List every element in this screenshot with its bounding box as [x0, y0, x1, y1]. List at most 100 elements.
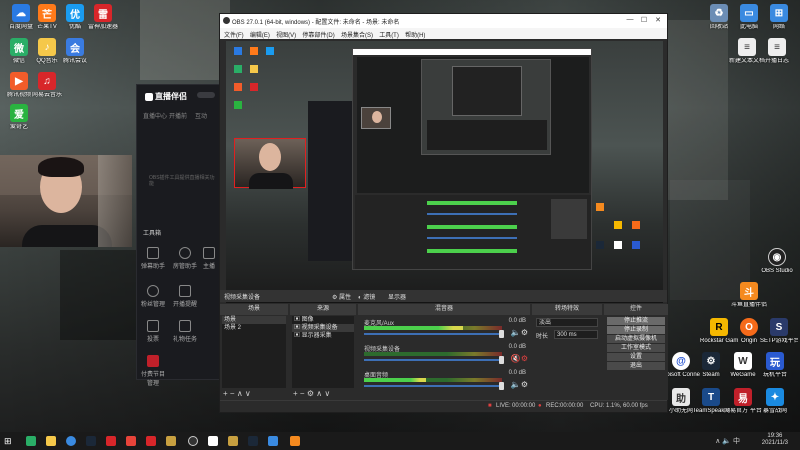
tool-vote[interactable]: 投票 — [139, 320, 167, 343]
tool-host[interactable]: 主播 — [199, 247, 219, 270]
volume-meter — [364, 378, 502, 382]
studio-mode-button[interactable]: 工作室模式 — [607, 344, 665, 352]
menu-file[interactable]: 文件(F) — [224, 30, 244, 39]
desktop-icon-leishen[interactable]: 雷 雷神加速器 — [84, 4, 122, 31]
menu-tools[interactable]: 工具(T) — [379, 30, 399, 39]
tool-fans[interactable]: 粉丝管理 — [139, 285, 167, 308]
steam-icon[interactable] — [86, 436, 96, 446]
close-icon[interactable]: ✕ — [651, 16, 665, 24]
assistant-tab[interactable]: 直播中心 — [143, 111, 167, 120]
tool-room-manager[interactable]: 房管助手 — [171, 247, 199, 270]
wechat-icon[interactable] — [26, 436, 36, 446]
scene-item[interactable]: 场景 — [222, 316, 286, 324]
desktop-icon-network[interactable]: ⊞ 网络 — [760, 4, 798, 31]
slider-knob[interactable] — [499, 382, 504, 390]
menu-edit[interactable]: 编辑(E) — [250, 30, 270, 39]
add-icon[interactable]: + — [223, 389, 228, 398]
windows-start-icon[interactable]: ⊞ — [4, 436, 14, 446]
obs-preview[interactable] — [226, 41, 663, 303]
gear-icon[interactable]: ⚙ — [307, 389, 314, 398]
assistant-tab[interactable]: 互动 — [195, 111, 207, 120]
browser-icon[interactable] — [66, 436, 76, 446]
filters-button[interactable]: ◐ 滤镜 — [358, 292, 375, 301]
steam-icon[interactable] — [248, 436, 258, 446]
mini-icon — [250, 47, 258, 55]
desktop-icon-stream-log[interactable]: ≡ 开播日志 — [758, 38, 796, 65]
display-select[interactable]: 显示器 — [388, 292, 406, 301]
obs-logo-icon — [223, 17, 230, 24]
obs-titlebar[interactable]: OBS 27.0.1 (64-bit, windows) - 配置文件: 未命名… — [220, 14, 667, 28]
qq-music-icon[interactable] — [46, 436, 56, 446]
desktop-icon-setp[interactable]: S SETP游戏平台 — [760, 318, 798, 345]
desktop-icon-obs[interactable]: ◉ OBS Studio — [758, 248, 796, 275]
helper-icon: 助 — [672, 388, 690, 406]
remove-icon[interactable]: − — [230, 389, 235, 398]
netease-music-icon[interactable] — [106, 436, 116, 446]
menu-scene-collection[interactable]: 场景集合(S) — [341, 30, 373, 39]
menu-view[interactable]: 视图(V) — [276, 30, 296, 39]
app-icon[interactable] — [166, 436, 176, 446]
slider-knob[interactable] — [499, 356, 504, 364]
properties-button[interactable]: ⚙ 属性 — [332, 292, 351, 301]
tool-gift[interactable]: 礼物任务 — [171, 320, 199, 343]
volume-slider[interactable] — [364, 382, 504, 390]
obs-window[interactable]: OBS 27.0.1 (64-bit, windows) - 配置文件: 未命名… — [219, 13, 668, 413]
muted-speaker-icon[interactable]: 🔇⚙ — [511, 354, 528, 363]
assistant-tab[interactable]: 开播前 — [169, 111, 187, 120]
menu-docks[interactable]: 停靠部件(D) — [302, 30, 334, 39]
source-item[interactable]: ▣ 显示器采集 — [292, 332, 354, 340]
stop-streaming-button[interactable]: 停止推流 — [607, 317, 665, 325]
settings-button[interactable]: 设置 — [607, 353, 665, 361]
minimize-icon[interactable]: — — [623, 16, 637, 23]
move-up-icon[interactable]: ∧ — [237, 389, 243, 398]
tool-danmu[interactable]: 弹幕助手 — [139, 247, 167, 270]
app-icon[interactable] — [268, 436, 278, 446]
add-icon[interactable]: + — [293, 389, 298, 398]
desktop-icon-battlenet[interactable]: ✦ 暴雪战网 — [756, 388, 794, 415]
app-icon[interactable] — [208, 436, 218, 446]
mixer-title: 混音器 — [358, 304, 530, 315]
sources-list[interactable]: ▣ 图像 ▣ 视频采集设备 ▣ 显示器采集 — [292, 316, 354, 388]
preview-webcam-source[interactable] — [234, 138, 306, 189]
desktop-icon-iqiyi[interactable]: 爱 爱奇艺 — [0, 104, 38, 131]
tray-icons[interactable]: ∧ 🔈 中 — [715, 436, 740, 446]
desktop-icon-play-platform[interactable]: 玩 玩机平台 — [756, 352, 794, 379]
clock[interactable]: 19:36 2021/11/3 — [762, 433, 788, 447]
scenes-list[interactable]: 场景 场景 2 — [222, 316, 286, 388]
app-icon[interactable] — [146, 436, 156, 446]
exit-button[interactable]: 退出 — [607, 362, 665, 370]
move-up-icon[interactable]: ∧ — [316, 389, 322, 398]
webcam-window-light — [98, 155, 132, 247]
douyu-icon: 斗 — [740, 282, 758, 300]
app-icon[interactable] — [228, 436, 238, 446]
move-down-icon[interactable]: ∨ — [245, 389, 251, 398]
transitions-title: 转场特效 — [532, 304, 602, 315]
source-item[interactable]: ▣ 视频采集设备 — [292, 324, 354, 332]
volume-slider[interactable] — [364, 330, 504, 338]
duration-input[interactable]: 300 ms — [554, 330, 598, 339]
tool-paid-show[interactable]: 付费节目管理 — [139, 355, 167, 387]
remove-icon[interactable]: − — [300, 389, 305, 398]
app-icon[interactable] — [126, 436, 136, 446]
menu-help[interactable]: 帮助(H) — [405, 30, 425, 39]
virtual-camera-button[interactable]: 启动虚拟摄像机 — [607, 335, 665, 343]
source-item[interactable]: ▣ 图像 — [292, 316, 354, 324]
transition-select[interactable]: 淡出 — [536, 318, 598, 327]
maximize-icon[interactable]: ☐ — [637, 16, 651, 24]
speaker-icon[interactable]: 🔈⚙ — [511, 380, 528, 389]
streaming-assistant-window[interactable]: 直播伴侣 直播中心 开播前 互动 OBS插件工具提供直播相关功能 工具箱 弹幕助… — [136, 84, 220, 387]
desktop-icon-tencent-meeting[interactable]: 会 腾讯会议 — [56, 38, 94, 65]
slider-knob[interactable] — [499, 330, 504, 338]
move-down-icon[interactable]: ∨ — [324, 389, 330, 398]
desktop-icon-netease-music[interactable]: ♫ 网易云音乐 — [28, 72, 66, 99]
speaker-icon[interactable]: 🔈⚙ — [511, 328, 528, 337]
text-file-icon: ≡ — [738, 38, 756, 56]
assistant-toggle[interactable] — [197, 92, 215, 98]
douyu-icon[interactable] — [290, 436, 300, 446]
obs-icon[interactable] — [188, 436, 198, 446]
stop-recording-button[interactable]: 停止录制 — [607, 326, 665, 334]
desktop-icon-douyu[interactable]: 斗 斗鱼直播伴侣 — [730, 282, 768, 309]
scene-item[interactable]: 场景 2 — [222, 324, 286, 332]
tool-reminder[interactable]: 开播提醒 — [171, 285, 199, 308]
volume-slider[interactable] — [364, 356, 504, 364]
